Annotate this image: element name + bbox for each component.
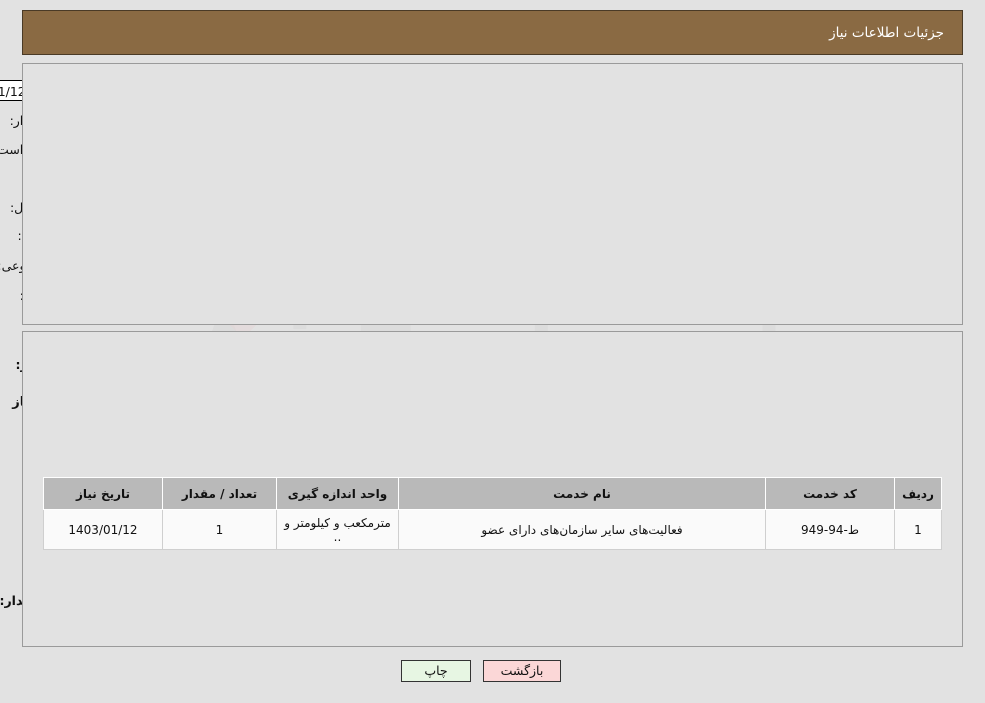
th-unit: واحد اندازه گیری (276, 477, 399, 510)
cell-unit: مترمکعب و کیلومتر و .. (276, 509, 399, 550)
page-title: جزئیات اطلاعات نیاز (829, 24, 944, 41)
back-button[interactable]: بازگشت (483, 660, 561, 682)
cell-date: 1403/01/12 (43, 509, 163, 550)
cell-qty: 1 (162, 509, 277, 550)
need-summary-panel (22, 63, 963, 325)
th-name: نام خدمت (398, 477, 766, 510)
th-qty: تعداد / مقدار (162, 477, 277, 510)
table-row: 1 ط-94-949 فعالیت‌های سایر سازمان‌های دا… (43, 509, 942, 550)
cell-row: 1 (894, 509, 942, 550)
th-code: کد خدمت (765, 477, 895, 510)
th-date: تاریخ نیاز (43, 477, 163, 510)
print-button[interactable]: چاپ (401, 660, 471, 682)
cell-name: فعالیت‌های سایر سازمان‌های دارای عضو (398, 509, 766, 550)
th-row: ردیف (894, 477, 942, 510)
cell-code: ط-94-949 (765, 509, 895, 550)
table-header-row: ردیف کد خدمت نام خدمت واحد اندازه گیری ت… (43, 477, 942, 510)
services-table: ردیف کد خدمت نام خدمت واحد اندازه گیری ت… (43, 477, 942, 550)
page-header: جزئیات اطلاعات نیاز (22, 10, 963, 55)
page-root: AriaTender.net جزئیات اطلاعات نیاز شماره… (0, 0, 985, 703)
